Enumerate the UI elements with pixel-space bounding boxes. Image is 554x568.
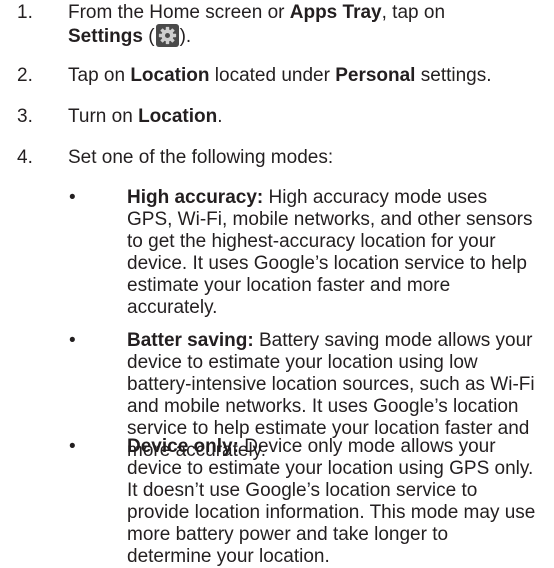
step-text-segment: Turn on	[68, 106, 139, 127]
apps-tray-label: Apps Tray	[289, 2, 382, 23]
step-text-segment: Tap on	[68, 65, 131, 86]
step-text-segment: From the Home screen or	[68, 2, 290, 23]
settings-label: Settings	[68, 26, 143, 47]
mode-title: Device only:	[127, 436, 239, 457]
bullet-icon: •	[69, 330, 76, 351]
instruction-page: 1. From the Home screen or Apps Tray, ta…	[0, 0, 554, 568]
step-number: 3.	[17, 106, 33, 127]
step-number: 1.	[17, 2, 33, 23]
step-text-segment: , tap on	[381, 2, 446, 23]
step-text: Turn on Location.	[68, 106, 538, 128]
location-label: Location	[138, 106, 218, 127]
step-text-segment: .	[217, 106, 223, 127]
step-text-segment: ).	[179, 26, 192, 47]
mode-text: Device only: Device only mode allows you…	[127, 436, 537, 568]
settings-gear-icon	[155, 24, 179, 47]
step-text: From the Home screen or Apps Tray, tap o…	[68, 2, 538, 48]
personal-label: Personal	[335, 65, 416, 86]
step-number: 2.	[17, 65, 33, 86]
mode-title: High accuracy:	[127, 187, 264, 208]
step-text-segment: (	[142, 26, 155, 47]
location-label: Location	[130, 65, 210, 86]
step-number: 4.	[17, 147, 33, 168]
mode-title: Batter saving:	[127, 330, 254, 351]
step-text-segment: located under	[209, 65, 336, 86]
mode-text: High accuracy: High accuracy mode uses G…	[127, 187, 537, 319]
bullet-icon: •	[69, 187, 76, 208]
step-text: Set one of the following modes:	[68, 147, 334, 168]
step-text-segment: settings.	[415, 65, 492, 86]
step-text: Tap on Location located under Personal s…	[68, 65, 538, 87]
bullet-icon: •	[69, 436, 76, 457]
